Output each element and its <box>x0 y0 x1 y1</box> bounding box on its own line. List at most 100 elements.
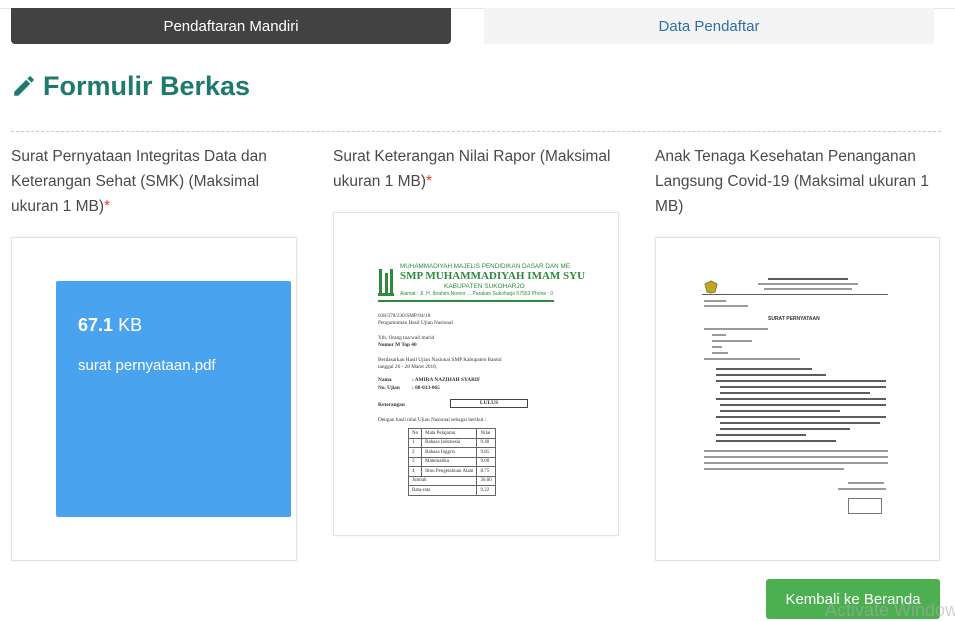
table-row: 1 Bahasa Indonesia 9.40 <box>407 437 496 448</box>
table-cell: Matematika <box>421 456 478 467</box>
letter-intro-date: tanggal 26 - 28 Maret 2018, <box>378 364 438 370</box>
page-title: Formulir Berkas <box>11 68 250 104</box>
table-cell: Ilmu Pengetahuan Alam <box>421 466 478 477</box>
required-mark: * <box>426 173 433 190</box>
letter-title: SURAT PERNYATAAN <box>768 316 820 322</box>
crest-icon <box>704 280 718 294</box>
letter-result-intro: Dengan hasil nilai Ujian Nasional sebaga… <box>378 417 487 423</box>
letter-status-box: LULUS <box>450 399 528 408</box>
text-line <box>712 346 722 348</box>
text-line <box>768 278 848 280</box>
text-line <box>712 340 752 342</box>
text-line <box>704 456 888 458</box>
text-line <box>720 392 870 394</box>
upload-card-covid[interactable]: SURAT PERNYATAAN <box>655 237 940 561</box>
upload-label-rapor: Surat Keterangan Nilai Rapor (Maksimal u… <box>333 144 623 194</box>
table-row: 3 Matematika 9.00 <box>407 456 496 467</box>
upload-card-rapor[interactable]: MUHAMMADIYAH MAJELIS PENDIDIKAN DASAR DA… <box>333 212 619 536</box>
letter-to: Yth. Orang tua/wali murid <box>378 335 435 341</box>
text-line <box>720 422 880 424</box>
required-mark: * <box>104 198 111 215</box>
table-cell: Bahasa Indonesia <box>421 437 478 448</box>
text-line <box>838 488 886 490</box>
table-cell: 9.85 <box>476 447 496 458</box>
back-to-home-button[interactable]: Kembali ke Beranda <box>766 579 940 619</box>
text-line <box>704 462 888 464</box>
letter-name-value: : AMIRA NAZIHAH SYARIF <box>412 377 481 383</box>
school-logo-icon <box>378 269 394 296</box>
file-name: surat pernyataan.pdf <box>78 357 216 374</box>
letter-number: 038/378/230/SMP/04/18 <box>378 313 431 319</box>
text-line <box>716 440 836 442</box>
text-line <box>712 334 726 336</box>
table-header-cell: No <box>407 428 423 439</box>
table-header-cell: Mata Pelajaran <box>421 428 478 439</box>
file-size-value: 67.1 <box>78 315 114 335</box>
text-line <box>716 374 826 376</box>
upload-label-rapor-text: Surat Keterangan Nilai Rapor (Maksimal u… <box>333 148 611 190</box>
text-line <box>848 482 884 484</box>
letter-exam-value: : 08-033-065 <box>412 385 440 391</box>
document-preview-covid: SURAT PERNYATAAN <box>698 272 898 522</box>
letter-exam-label: No. Ujian <box>378 385 400 391</box>
letter-header-school: SMP MUHAMMADIYAH IMAM SYU <box>400 270 586 282</box>
text-line <box>712 352 728 354</box>
table-header-cell: Nilai <box>476 428 496 439</box>
header-rule <box>702 294 888 295</box>
table-cell: Bahasa Inggris <box>421 447 478 458</box>
tab-data-pendaftar[interactable]: Data Pendaftar <box>484 8 934 44</box>
table-row: 4 Ilmu Pengetahuan Alam 8.75 <box>407 466 496 477</box>
text-line <box>704 358 800 360</box>
text-line <box>704 305 748 307</box>
divider <box>11 131 941 132</box>
text-line <box>704 300 726 302</box>
table-cell: 9.22 <box>476 485 496 496</box>
letter-header-region: KABUPATEN SUKOHARJO <box>444 283 525 290</box>
file-tile[interactable]: 67.1 KB surat pernyataan.pdf <box>56 281 291 517</box>
table-cell: 9.40 <box>476 437 496 448</box>
text-line <box>720 404 886 406</box>
table-cell: 1 <box>407 437 423 448</box>
text-line <box>716 416 886 418</box>
page-title-text: Formulir Berkas <box>43 70 251 101</box>
upload-label-smk-text: Surat Pernyataan Integritas Data dan Ket… <box>11 148 267 215</box>
letter-header-org: MUHAMMADIYAH MAJELIS PENDIDIKAN DASAR DA… <box>400 263 570 270</box>
text-line <box>704 468 844 470</box>
table-cell: Rata-rata <box>407 485 478 496</box>
table-row: Rata-rata 9.22 <box>407 485 496 496</box>
table-cell: 8.75 <box>476 466 496 477</box>
text-line <box>720 428 850 430</box>
pencil-icon <box>14 76 34 96</box>
table-cell: 36.00 <box>476 475 496 486</box>
upload-label-smk: Surat Pernyataan Integritas Data dan Ket… <box>11 144 301 219</box>
upload-label-covid: Anak Tenaga Kesehatan Penanganan Langsun… <box>655 148 929 215</box>
text-line <box>704 328 768 330</box>
table-cell: 3 <box>407 456 423 467</box>
document-preview-rapor: MUHAMMADIYAH MAJELIS PENDIDIKAN DASAR DA… <box>374 257 585 496</box>
table-cell: 4 <box>407 466 423 477</box>
grades-table: No Mata Pelajaran Nilai 1 Bahasa Indones… <box>407 428 496 496</box>
upload-card-smk[interactable]: 67.1 KB surat pernyataan.pdf <box>11 237 297 561</box>
tab-pendaftaran-mandiri[interactable]: Pendaftaran Mandiri <box>11 8 451 44</box>
table-row: 2 Bahasa Inggris 9.85 <box>407 447 496 458</box>
table-cell: Jumlah <box>407 475 478 486</box>
text-line <box>720 410 840 412</box>
table-row: No Mata Pelajaran Nilai <box>407 428 496 439</box>
letter-header-rule <box>378 300 554 302</box>
text-line <box>716 398 886 400</box>
text-line <box>704 450 888 452</box>
letter-header-address: Alamat : Jl. H. Ibrahim Nomor ... Paraka… <box>400 291 554 297</box>
letter-status-label: Keterangan <box>378 402 405 408</box>
stamp-box <box>848 498 882 514</box>
table-cell: 2 <box>407 447 423 458</box>
letter-intro: Berdasarkan Hasil Ujian Nasional SMP Kab… <box>378 357 502 363</box>
text-line <box>764 288 852 290</box>
file-size-unit: KB <box>118 315 143 335</box>
file-size: 67.1 KB <box>78 315 142 336</box>
text-line <box>758 283 858 285</box>
text-line <box>716 368 812 370</box>
table-row: Jumlah 36.00 <box>407 475 496 486</box>
text-line <box>716 380 886 382</box>
text-line <box>716 434 806 436</box>
table-cell: 9.00 <box>476 456 496 467</box>
